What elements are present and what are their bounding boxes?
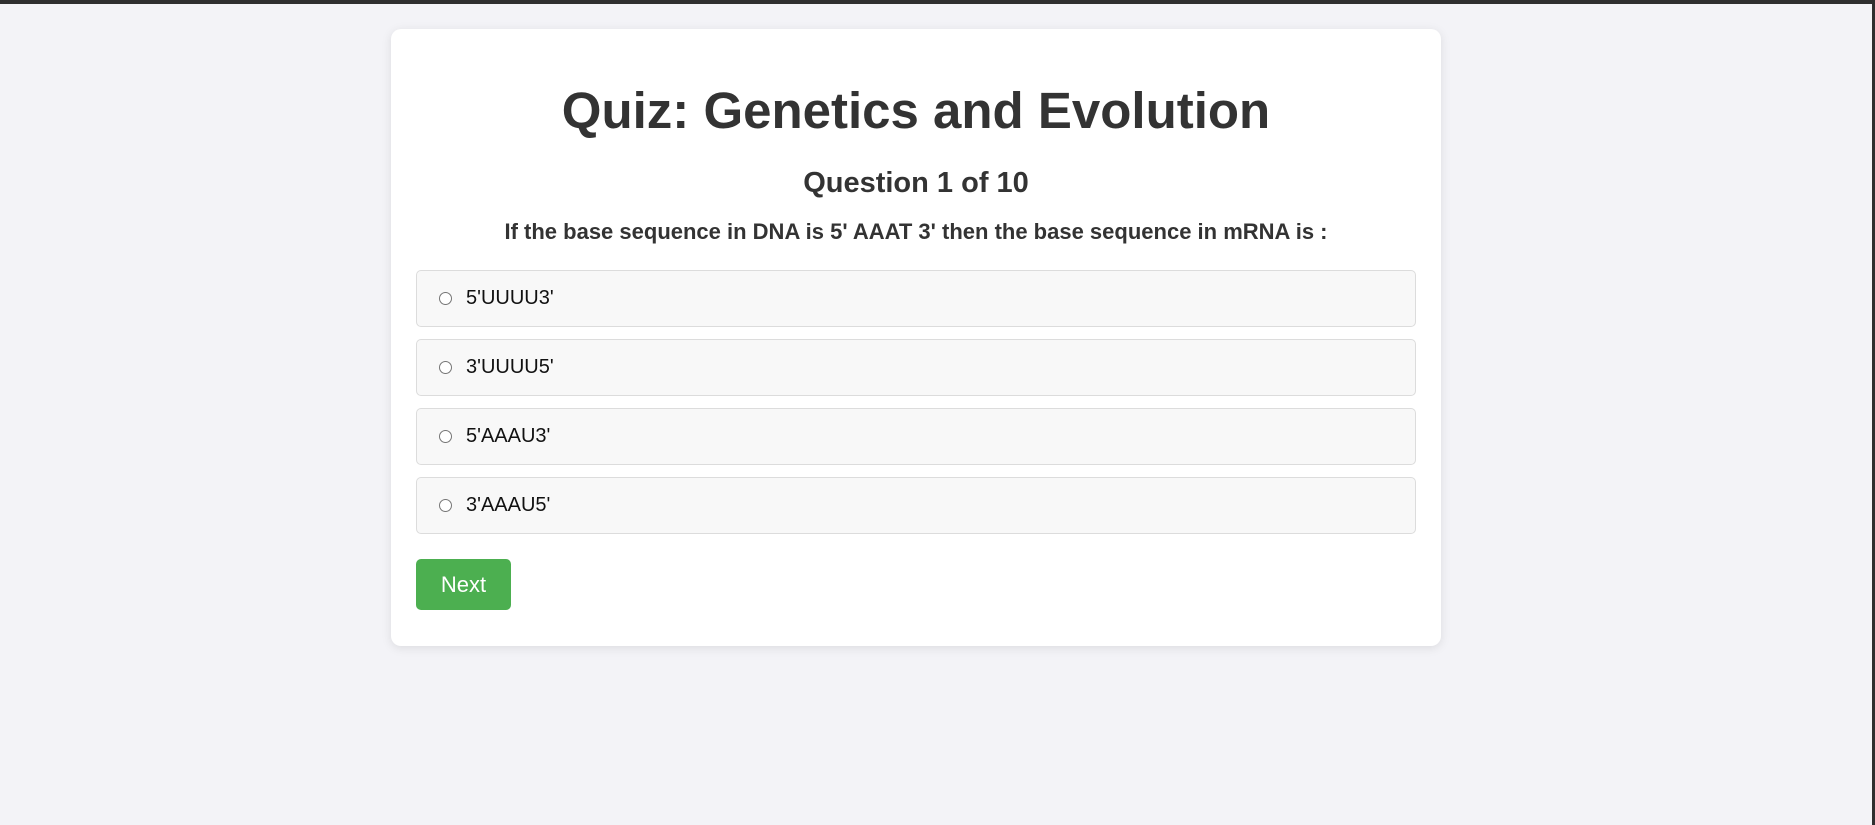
answer-option-4[interactable]: 3'AAAU5' xyxy=(416,477,1416,534)
quiz-card: Quiz: Genetics and Evolution Question 1 … xyxy=(391,29,1441,646)
radio-button[interactable] xyxy=(439,292,452,305)
quiz-title: Quiz: Genetics and Evolution xyxy=(561,82,1271,139)
question-counter: Question 1 of 10 xyxy=(803,167,1029,199)
question-text: If the base sequence in DNA is 5' AAAT 3… xyxy=(504,219,1328,244)
answer-option-2[interactable]: 3'UUUU5' xyxy=(416,339,1416,396)
radio-button[interactable] xyxy=(439,361,452,374)
radio-button[interactable] xyxy=(439,430,452,443)
answer-option-label: 3'UUUU5' xyxy=(466,356,554,378)
answer-option-1[interactable]: 5'UUUU3' xyxy=(416,270,1416,327)
next-button[interactable]: Next xyxy=(416,559,511,610)
radio-button[interactable] xyxy=(439,499,452,512)
answer-option-label: 5'UUUU3' xyxy=(466,287,554,309)
answer-option-label: 3'AAAU5' xyxy=(466,494,551,516)
answer-options: 5'UUUU3' 3'UUUU5' 5'AAAU3' 3'AAAU5' xyxy=(416,270,1416,534)
answer-option-3[interactable]: 5'AAAU3' xyxy=(416,408,1416,465)
answer-option-label: 5'AAAU3' xyxy=(466,425,551,447)
